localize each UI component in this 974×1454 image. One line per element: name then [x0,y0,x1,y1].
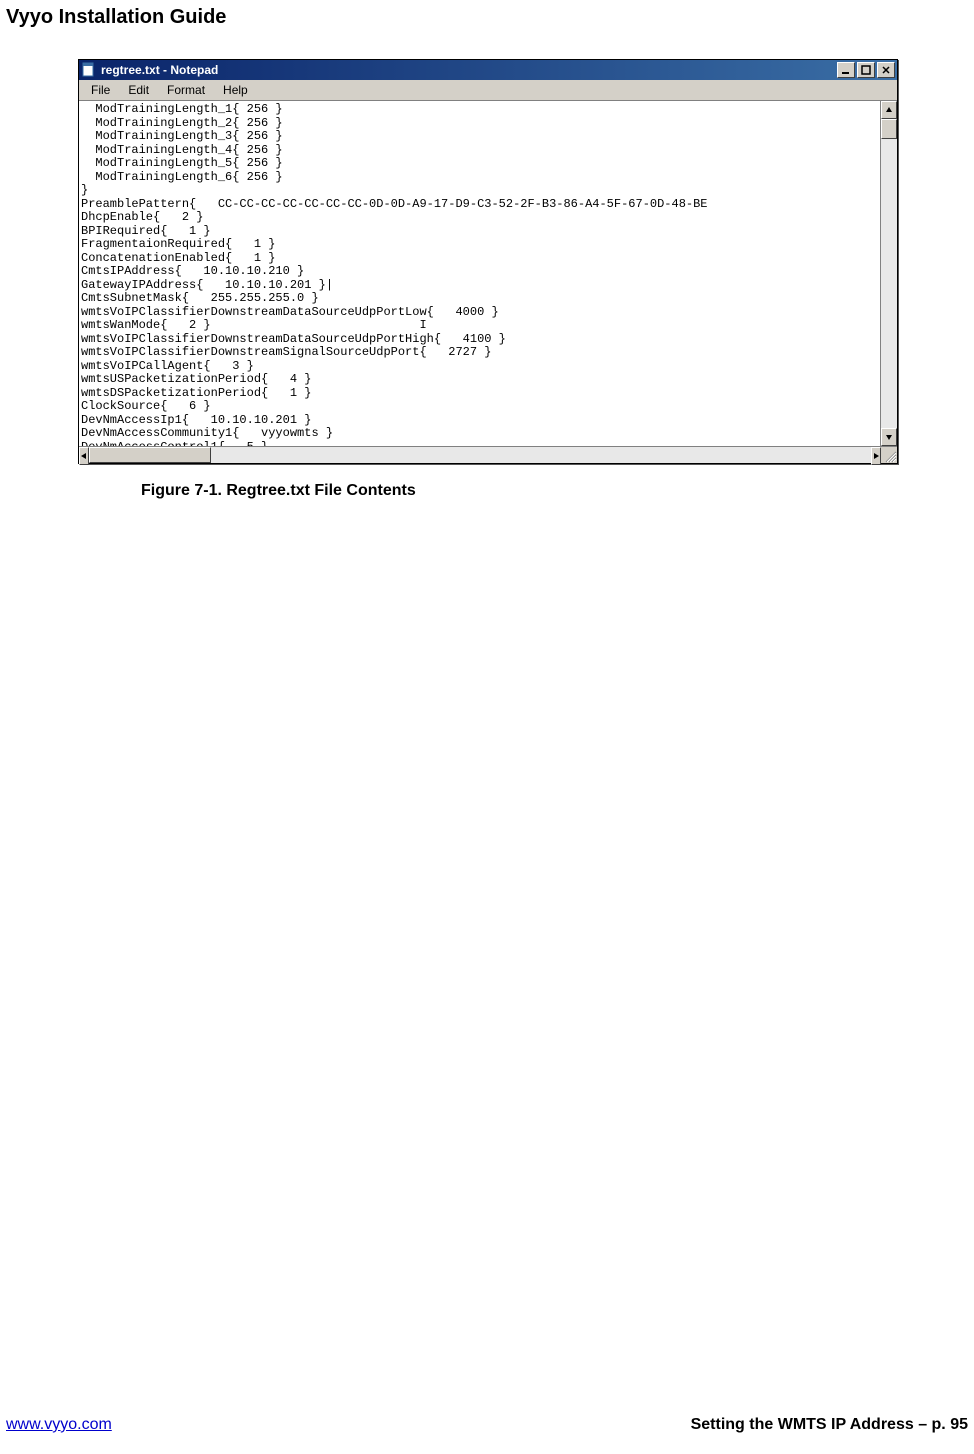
size-grip-icon[interactable] [881,447,897,463]
footer: www.vyyo.com Setting the WMTS IP Address… [6,1416,968,1434]
vertical-scrollbar[interactable] [880,101,897,446]
maximize-button[interactable] [857,62,875,78]
notepad-icon [81,62,97,78]
scroll-up-icon[interactable] [881,101,897,119]
notepad-window: regtree.txt - Notepad File Edit Format H… [78,59,898,464]
titlebar: regtree.txt - Notepad [79,60,897,80]
menu-help[interactable]: Help [215,82,256,98]
minimize-button[interactable] [837,62,855,78]
close-button[interactable] [877,62,895,78]
horizontal-scrollbar[interactable] [79,447,881,463]
menu-file[interactable]: File [83,82,118,98]
scroll-down-icon[interactable] [881,428,897,446]
menubar: File Edit Format Help [79,80,897,101]
footer-link[interactable]: www.vyyo.com [6,1416,112,1434]
figure-caption: Figure 7-1. Regtree.txt File Contents [141,482,968,500]
menu-edit[interactable]: Edit [120,82,157,98]
page-title: Vyyo Installation Guide [6,6,968,29]
footer-right: Setting the WMTS IP Address – p. 95 [691,1416,968,1434]
scroll-left-icon[interactable] [79,447,89,465]
scroll-right-icon[interactable] [871,447,881,465]
editor-text[interactable]: ModTrainingLength_1{ 256 } ModTrainingLe… [79,101,880,446]
titlebar-text: regtree.txt - Notepad [101,63,837,77]
menu-format[interactable]: Format [159,82,213,98]
